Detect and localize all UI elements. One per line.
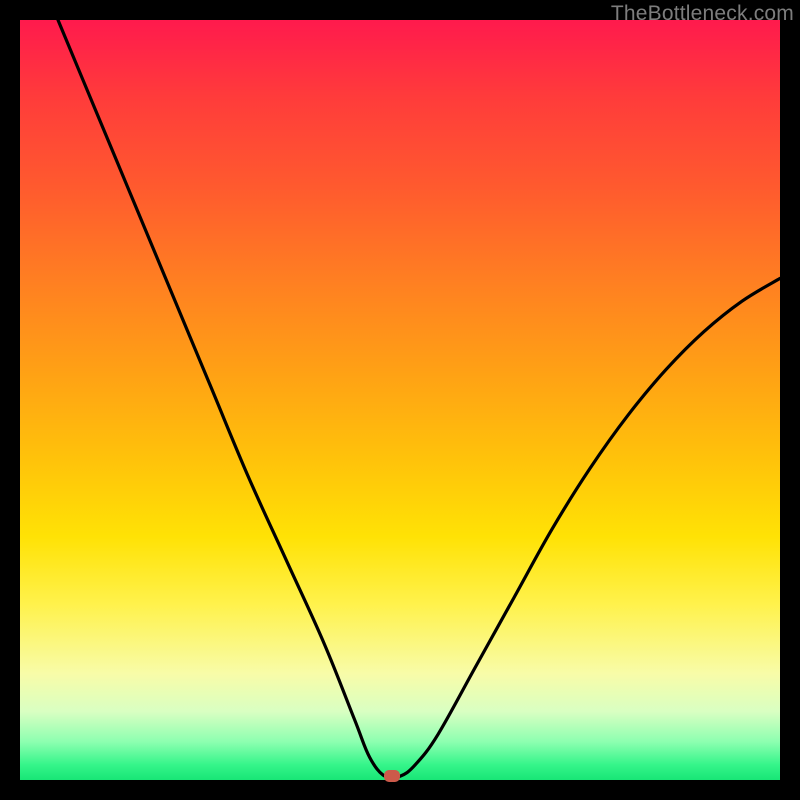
optimal-point-marker — [384, 770, 400, 782]
chart-frame: TheBottleneck.com — [0, 0, 800, 800]
plot-area — [20, 20, 780, 780]
bottleneck-curve — [20, 20, 780, 780]
